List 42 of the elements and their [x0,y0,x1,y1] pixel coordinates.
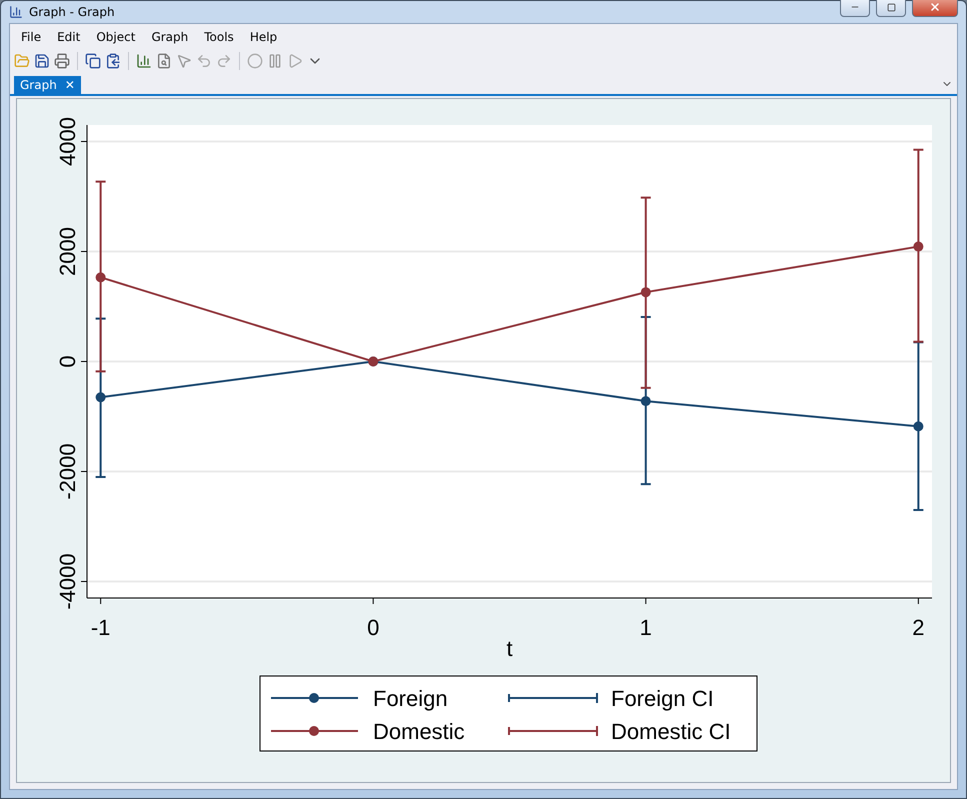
menu-item[interactable]: Object [89,28,142,46]
y-tick-label: 4000 [55,117,80,166]
x-tick-label: 1 [640,615,652,640]
data-point [640,287,651,298]
copy-icon[interactable] [85,53,101,69]
window-title: Graph - Graph [29,5,116,19]
printer-icon[interactable] [54,53,70,69]
clipboard-icon[interactable] [105,53,121,69]
data-point [913,421,924,432]
x-tick-label: -1 [90,615,110,640]
data-point [913,242,924,252]
legend-label: Foreign CI [611,686,714,711]
app-icon [9,5,23,19]
data-point [96,272,106,282]
close-icon [929,1,941,13]
legend-label: Foreign [373,686,448,711]
menu-item[interactable]: Graph [144,28,196,46]
x-tick-label: 0 [367,615,380,640]
bar-chart-icon[interactable] [136,53,152,69]
minimize-button[interactable] [840,0,870,17]
x-tick-label: 2 [912,615,924,640]
menu-item[interactable]: Tools [197,28,241,46]
data-point [96,392,106,402]
menu-item[interactable]: Edit [50,28,88,46]
y-tick-label: 0 [55,355,80,368]
legend-label: Domestic [373,719,465,744]
tab-label: Graph [20,78,57,92]
x-axis-title: t [506,636,513,661]
graph-tab[interactable]: Graph ✕ [14,76,81,94]
maximize-button[interactable] [876,0,906,17]
tab-close-button[interactable]: ✕ [64,78,75,92]
maximize-icon [886,2,896,12]
data-point [640,396,651,406]
save-icon[interactable] [34,53,50,69]
y-tick-label: 2000 [55,227,80,276]
menu-item[interactable]: Help [242,28,284,46]
menu-item[interactable]: File [14,28,48,46]
y-tick-label: -4000 [55,553,80,610]
close-button[interactable] [912,0,958,17]
page-preview-icon[interactable] [156,53,172,69]
legend-label: Domestic CI [611,719,731,744]
y-tick-label: -2000 [55,443,80,500]
